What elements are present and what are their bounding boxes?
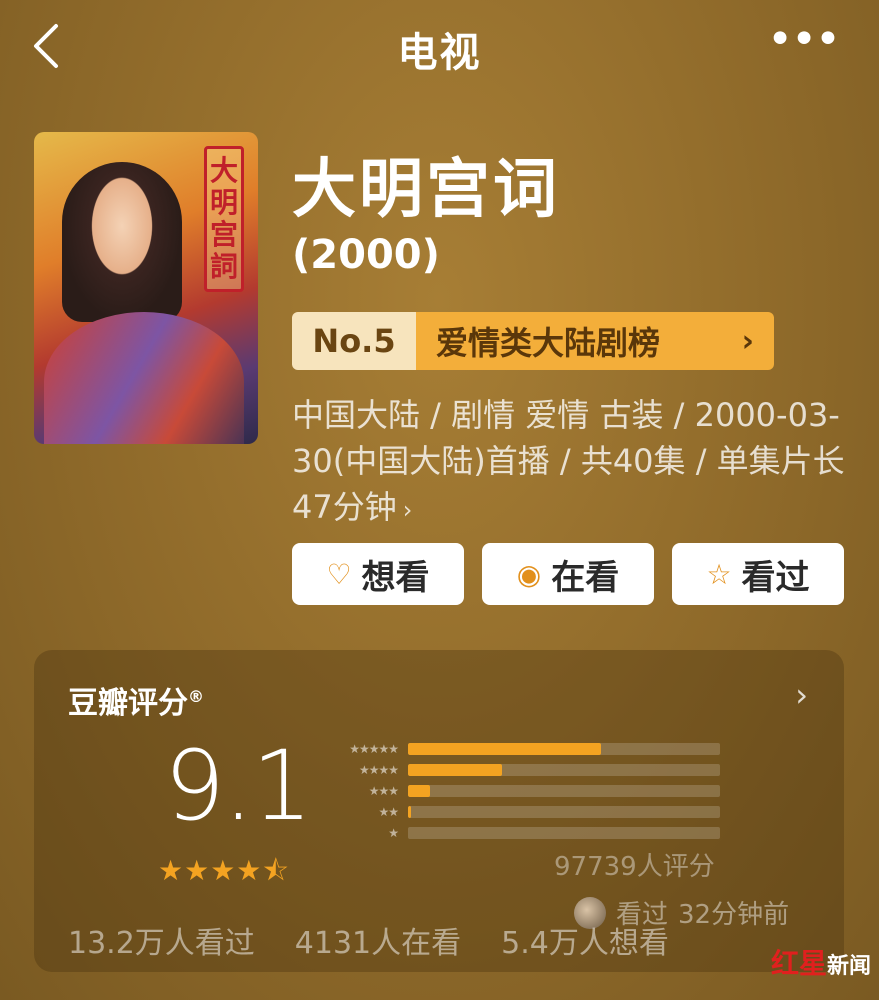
bar-track [408,826,720,839]
rank-badge[interactable]: No.5 爱情类大陆剧榜 › [292,312,774,370]
watermark-logo: 红星新闻 [771,942,871,982]
poster-figure [62,162,182,322]
want-count[interactable]: 5.4万人想看 [501,918,669,962]
rank-list-label: 爱情类大陆剧榜 [436,324,661,362]
show-title: 大明宫词 [292,153,560,227]
target-icon: ◉ [516,557,542,591]
rating-stars: ★★★★⯪ [158,854,290,887]
page-title: 电视 [397,30,482,76]
poster-title-logo: 大明宫詞 [204,146,244,292]
watching-label: 在看 [551,557,620,598]
watermark-white: 新闻 [826,953,871,979]
heart-plus-icon: ♡ [326,557,352,591]
poster-image[interactable]: 大明宫詞 [34,132,258,444]
bar-fill-5 [408,742,602,755]
rating-count: 97739人评分 [554,852,715,882]
more-horizontal-icon[interactable]: ••• [767,18,841,62]
rank-number: No.5 [292,312,416,370]
rating-title: 豆瓣评分® [68,678,204,722]
bar-row-3: ★★★ [314,780,720,801]
action-buttons: ♡ 想看 ◉ 在看 ☆ 看过 [292,543,844,605]
rating-distribution: ★★★★★ ★★★★ ★★★ ★★ ★ [314,738,720,843]
watched-count[interactable]: 13.2万人看过 [68,918,255,962]
want-to-watch-button[interactable]: ♡ 想看 [292,543,464,605]
show-meta[interactable]: 中国大陆 / 剧情 爱情 古装 / 2000-03-30(中国大陆)首播 / 共… [292,392,852,533]
rank-list-name: 爱情类大陆剧榜 › [416,312,774,370]
watermark-red: 红星 [770,947,827,980]
bar-row-1: ★ [314,822,720,843]
bar-track [408,763,720,776]
meta-text: 中国大陆 / 剧情 爱情 古装 / 2000-03-30(中国大陆)首播 / 共… [292,396,845,526]
bar-track [408,784,720,797]
bar-stars-5: ★★★★★ [349,741,399,756]
chevron-right-icon: › [402,496,413,524]
chevron-right-icon[interactable]: › [795,676,808,714]
bar-row-4: ★★★★ [314,759,720,780]
rating-score: 9.1 [164,730,313,842]
bar-row-2: ★★ [314,801,720,822]
watching-button[interactable]: ◉ 在看 [482,543,654,605]
bar-fill-3 [408,784,430,797]
bar-stars-3: ★★★ [368,783,399,798]
trademark-symbol: ® [188,687,204,706]
watched-button[interactable]: ☆ 看过 [672,543,844,605]
bar-track [408,742,720,755]
poster-robe [44,312,244,444]
rating-title-text: 豆瓣评分 [68,686,188,721]
stats-row: 13.2万人看过 4131人在看 5.4万人想看 [68,918,828,962]
watched-label: 看过 [741,557,810,598]
bar-fill-4 [408,763,502,776]
star-outline-icon: ☆ [706,557,732,591]
rating-card[interactable]: 豆瓣评分® › 9.1 ★★★★⯪ ★★★★★ ★★★★ ★★★ ★★ ★ 97… [34,650,844,972]
bar-row-5: ★★★★★ [314,738,720,759]
bar-stars-4: ★★★★ [358,762,399,777]
show-year: (2000) [292,232,440,278]
bar-fill-2 [408,805,412,818]
bar-stars-2: ★★ [378,804,399,819]
bar-stars-1: ★ [388,825,399,840]
want-to-watch-label: 想看 [361,557,430,598]
watching-count[interactable]: 4131人在看 [295,918,461,962]
chevron-right-icon: › [741,323,754,359]
bar-track [408,805,720,818]
top-bar: 电视 ••• [0,0,879,95]
